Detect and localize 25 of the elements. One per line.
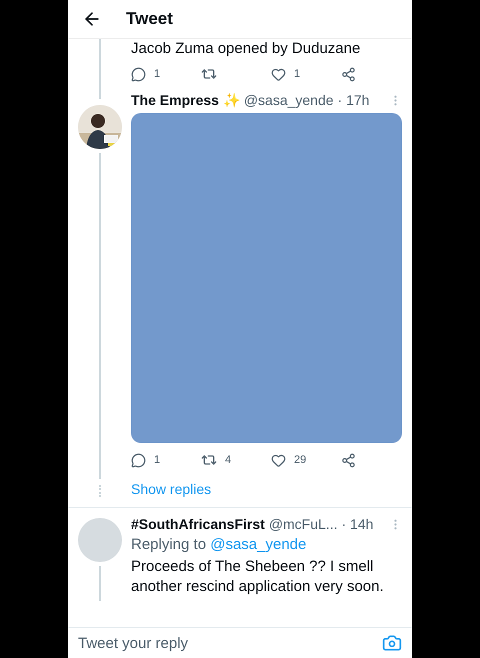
reply-count: 1 — [154, 454, 160, 466]
tweet-time: · 14h — [341, 516, 374, 532]
share-icon[interactable] — [341, 66, 356, 82]
user-handle: @mcFuL... — [268, 516, 338, 532]
show-replies-link[interactable]: Show replies — [131, 475, 402, 507]
like-count: 29 — [294, 454, 306, 466]
like-icon[interactable] — [271, 452, 286, 468]
share-icon[interactable] — [341, 452, 356, 468]
user-handle: @sasa_yende — [244, 92, 334, 108]
display-name: The Empress ✨ — [131, 92, 240, 108]
replying-to-label: Replying to — [131, 536, 206, 553]
tweet-time: · 17h — [338, 92, 370, 108]
avatar[interactable] — [78, 105, 122, 149]
reply-icon[interactable] — [131, 452, 146, 468]
display-name: #SouthAfricansFirst — [131, 516, 265, 532]
reply-icon[interactable] — [131, 66, 146, 82]
tweet-text: Proceeds of The Shebeen ?? I smell another rescind application very soon. — [131, 557, 385, 597]
header-title: Tweet — [126, 9, 173, 29]
like-count: 1 — [294, 68, 300, 80]
like-icon[interactable] — [271, 66, 286, 82]
reply-count: 1 — [154, 68, 160, 80]
tweet-text: Jacob Zuma opened by Duduzane — [131, 39, 360, 59]
retweet-count: 4 — [225, 454, 232, 466]
reply-handle-link[interactable]: @sasa_yende — [210, 536, 306, 553]
camera-icon[interactable] — [382, 633, 402, 653]
